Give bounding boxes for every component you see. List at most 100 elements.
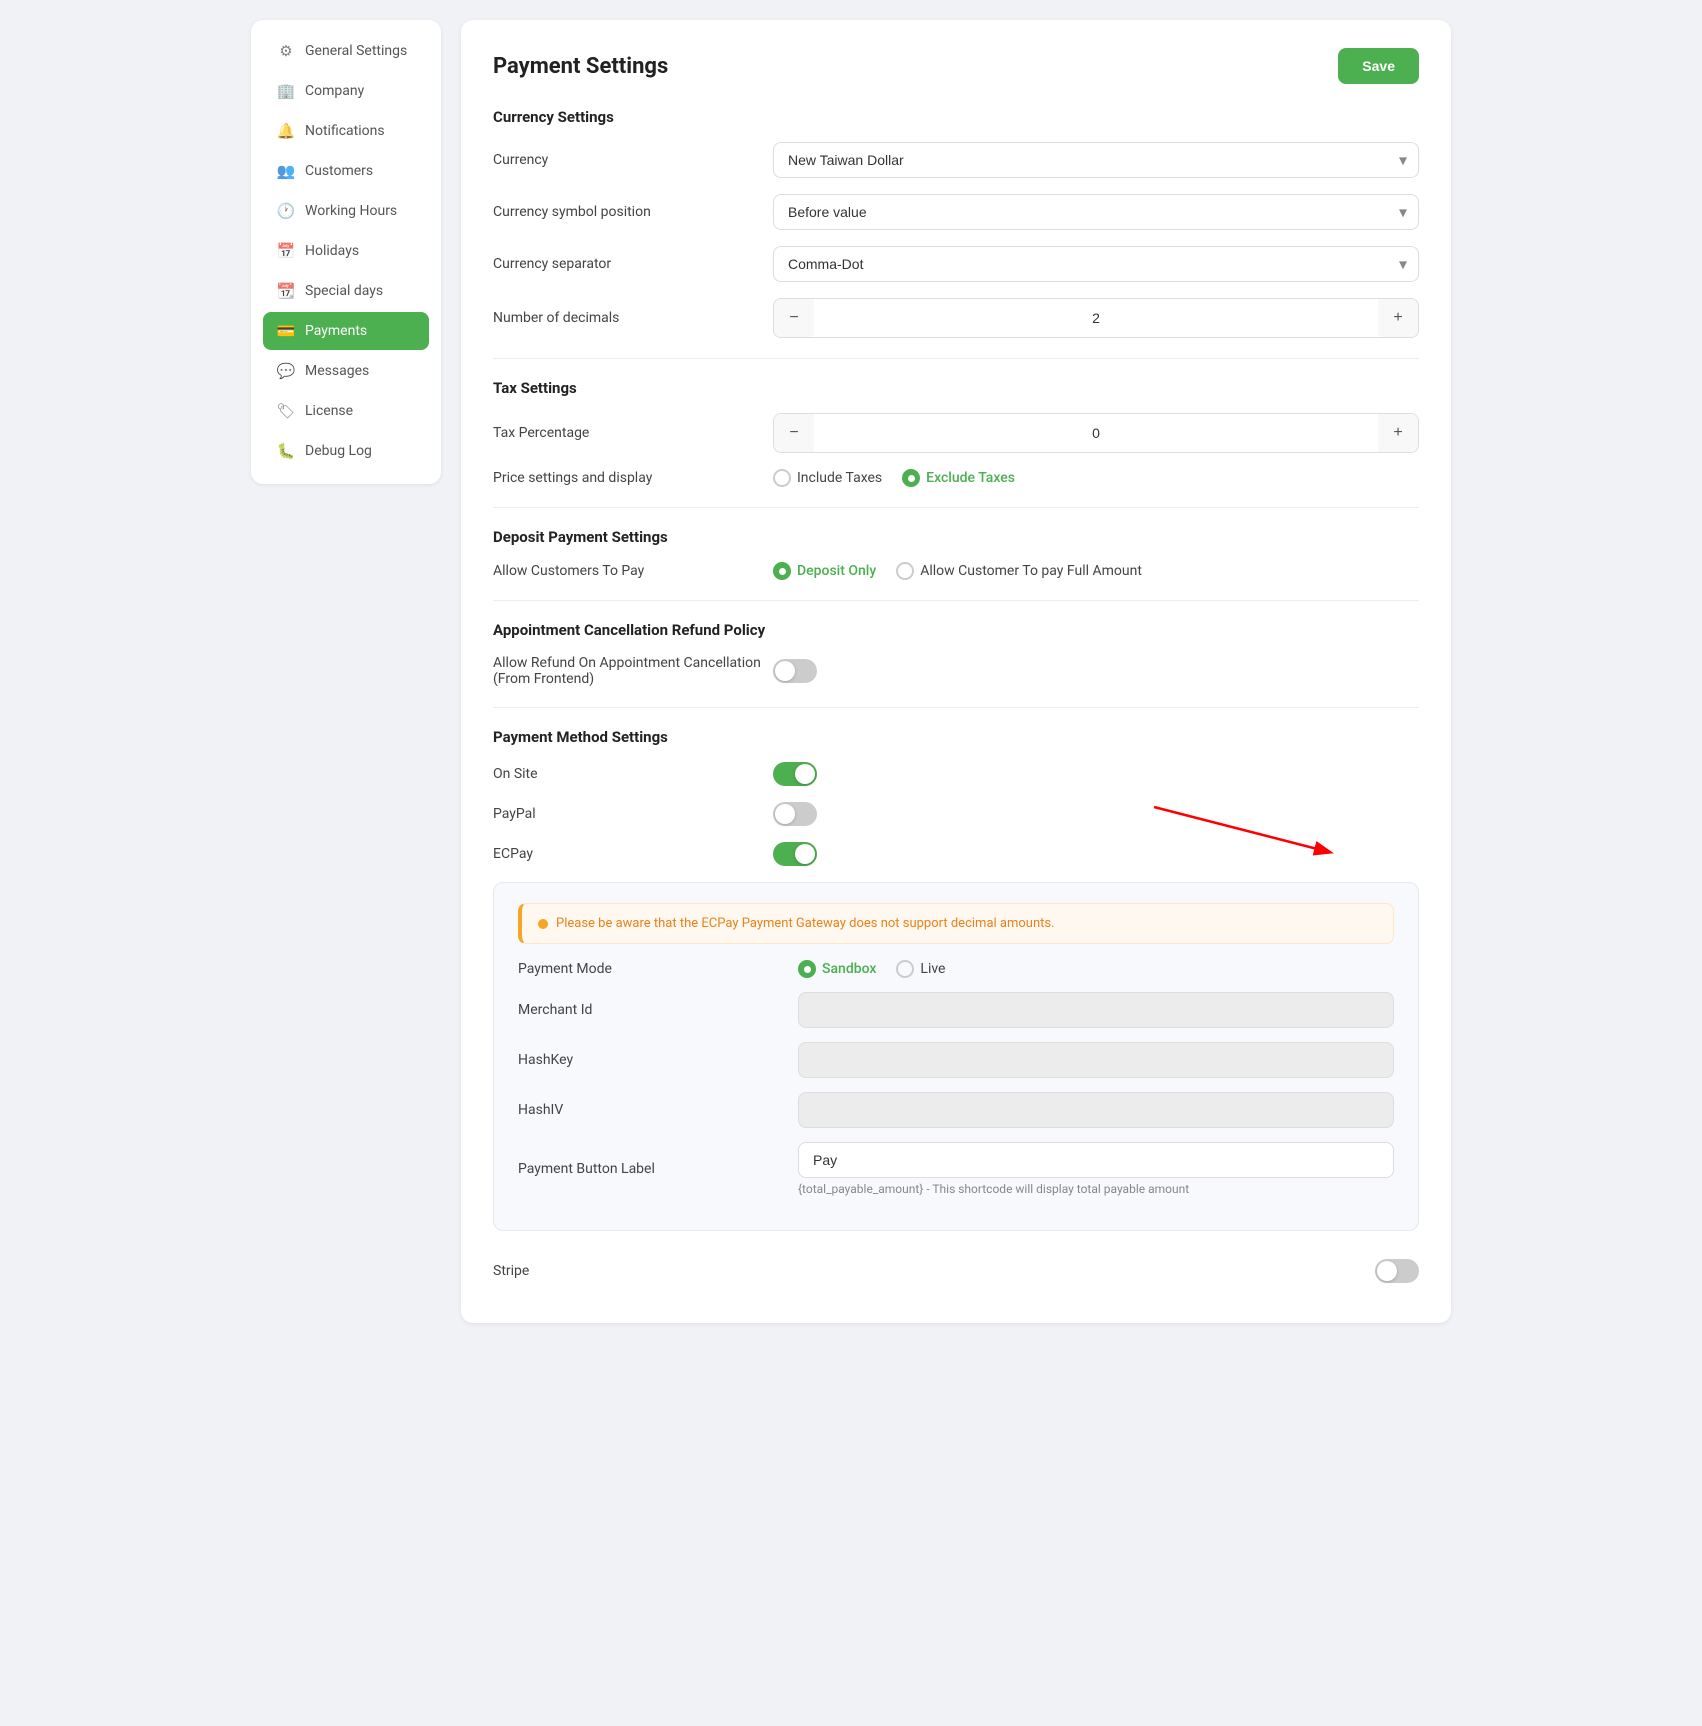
sidebar-item-holidays[interactable]: 📅 Holidays bbox=[263, 232, 429, 270]
decimals-decrease-button[interactable]: − bbox=[774, 299, 814, 337]
stripe-row: Stripe bbox=[493, 1247, 1419, 1295]
full-amount-radio[interactable]: Allow Customer To pay Full Amount bbox=[896, 562, 1142, 580]
sidebar-item-working-hours[interactable]: 🕐 Working Hours bbox=[263, 192, 429, 230]
tax-decrease-button[interactable]: − bbox=[774, 414, 814, 452]
currency-position-label: Currency symbol position bbox=[493, 204, 773, 220]
license-icon: 🏷 bbox=[277, 402, 295, 420]
full-amount-label: Allow Customer To pay Full Amount bbox=[920, 563, 1142, 579]
button-label-control: {total_payable_amount} - This shortcode … bbox=[798, 1142, 1394, 1196]
save-button[interactable]: Save bbox=[1338, 48, 1419, 84]
customers-icon: 👥 bbox=[277, 162, 295, 180]
paypal-toggle-container bbox=[773, 802, 1419, 826]
holidays-label: Holidays bbox=[305, 243, 359, 259]
special-days-label: Special days bbox=[305, 283, 383, 299]
exclude-taxes-radio-indicator bbox=[902, 469, 920, 487]
hashiv-label: HashIV bbox=[518, 1102, 798, 1118]
include-taxes-radio[interactable]: Include Taxes bbox=[773, 469, 882, 487]
refund-row: Allow Refund On Appointment Cancellation… bbox=[493, 655, 1419, 687]
button-label-row: Payment Button Label {total_payable_amou… bbox=[518, 1142, 1394, 1196]
sidebar-item-license[interactable]: 🏷 License bbox=[263, 392, 429, 430]
currency-position-select[interactable]: Before valueAfter value bbox=[773, 194, 1419, 230]
payments-icon: 💳 bbox=[277, 322, 295, 340]
paypal-toggle[interactable] bbox=[773, 802, 817, 826]
live-radio[interactable]: Live bbox=[896, 960, 945, 978]
currency-label: Currency bbox=[493, 152, 773, 168]
deposit-only-radio[interactable]: Deposit Only bbox=[773, 562, 876, 580]
tax-increase-button[interactable]: + bbox=[1378, 414, 1418, 452]
refund-toggle[interactable] bbox=[773, 659, 817, 683]
merchant-id-input[interactable] bbox=[798, 992, 1394, 1028]
currency-select[interactable]: New Taiwan DollarUS DollarEuroBritish Po… bbox=[773, 142, 1419, 178]
company-label: Company bbox=[305, 83, 364, 99]
allow-pay-label: Allow Customers To Pay bbox=[493, 563, 773, 579]
working-hours-icon: 🕐 bbox=[277, 202, 295, 220]
payment-mode-control: Sandbox Live bbox=[798, 960, 1394, 978]
on-site-toggle[interactable] bbox=[773, 762, 817, 786]
exclude-taxes-label: Exclude Taxes bbox=[926, 470, 1015, 486]
sidebar: ⚙ General Settings 🏢 Company 🔔 Notificat… bbox=[251, 20, 441, 484]
tax-percentage-label: Tax Percentage bbox=[493, 425, 773, 441]
license-label: License bbox=[305, 403, 353, 419]
sidebar-item-notifications[interactable]: 🔔 Notifications bbox=[263, 112, 429, 150]
company-icon: 🏢 bbox=[277, 82, 295, 100]
sandbox-radio[interactable]: Sandbox bbox=[798, 960, 876, 978]
ecpay-toggle[interactable] bbox=[773, 842, 817, 866]
include-taxes-label: Include Taxes bbox=[797, 470, 882, 486]
deposit-only-indicator bbox=[773, 562, 791, 580]
page-title: Payment Settings bbox=[493, 54, 668, 79]
currency-separator-control: Comma-DotDot-CommaSpace-Comma bbox=[773, 246, 1419, 282]
currency-section-title: Currency Settings bbox=[493, 108, 1419, 126]
hashkey-control bbox=[798, 1042, 1394, 1078]
currency-settings-section: Currency Settings Currency New Taiwan Do… bbox=[493, 108, 1419, 338]
price-display-row: Price settings and display Include Taxes… bbox=[493, 469, 1419, 487]
currency-select-wrapper: New Taiwan DollarUS DollarEuroBritish Po… bbox=[773, 142, 1419, 178]
sidebar-item-special-days[interactable]: 📆 Special days bbox=[263, 272, 429, 310]
hashkey-label: HashKey bbox=[518, 1052, 798, 1068]
sidebar-item-messages[interactable]: 💬 Messages bbox=[263, 352, 429, 390]
decimals-increase-button[interactable]: + bbox=[1378, 299, 1418, 337]
general-settings-icon: ⚙ bbox=[277, 42, 295, 60]
hashiv-input[interactable] bbox=[798, 1092, 1394, 1128]
sidebar-item-general-settings[interactable]: ⚙ General Settings bbox=[263, 32, 429, 70]
hashkey-row: HashKey bbox=[518, 1042, 1394, 1078]
working-hours-label: Working Hours bbox=[305, 203, 397, 219]
ecpay-notice: Please be aware that the ECPay Payment G… bbox=[518, 903, 1394, 944]
sidebar-item-payments[interactable]: 💳 Payments bbox=[263, 312, 429, 350]
holidays-icon: 📅 bbox=[277, 242, 295, 260]
payment-methods-section: Payment Method Settings On Site PayPal bbox=[493, 728, 1419, 1295]
ecpay-row-wrapper: ECPay bbox=[493, 842, 1419, 866]
on-site-toggle-container bbox=[773, 762, 1419, 786]
sandbox-indicator bbox=[798, 960, 816, 978]
stripe-toggle[interactable] bbox=[1375, 1259, 1419, 1283]
ecpay-row: ECPay bbox=[493, 842, 1419, 866]
on-site-label: On Site bbox=[493, 766, 773, 782]
price-display-label: Price settings and display bbox=[493, 470, 773, 486]
special-days-icon: 📆 bbox=[277, 282, 295, 300]
exclude-taxes-radio[interactable]: Exclude Taxes bbox=[902, 469, 1015, 487]
hashkey-input[interactable] bbox=[798, 1042, 1394, 1078]
tax-settings-section: Tax Settings Tax Percentage − + Price se… bbox=[493, 379, 1419, 487]
tax-percentage-control: − + bbox=[773, 413, 1419, 453]
cancellation-section: Appointment Cancellation Refund Policy A… bbox=[493, 621, 1419, 687]
currency-separator-label: Currency separator bbox=[493, 256, 773, 272]
currency-separator-select[interactable]: Comma-DotDot-CommaSpace-Comma bbox=[773, 246, 1419, 282]
decimals-row: Number of decimals − + bbox=[493, 298, 1419, 338]
decimals-input[interactable] bbox=[814, 310, 1378, 326]
sandbox-label: Sandbox bbox=[822, 961, 876, 977]
sidebar-item-company[interactable]: 🏢 Company bbox=[263, 72, 429, 110]
currency-separator-row: Currency separator Comma-DotDot-CommaSpa… bbox=[493, 246, 1419, 282]
button-label-input[interactable] bbox=[798, 1142, 1394, 1178]
debug-log-label: Debug Log bbox=[305, 443, 372, 459]
ecpay-toggle-container bbox=[773, 842, 1419, 866]
currency-position-select-wrapper: Before valueAfter value bbox=[773, 194, 1419, 230]
merchant-id-row: Merchant Id bbox=[518, 992, 1394, 1028]
stripe-label: Stripe bbox=[493, 1263, 529, 1279]
include-taxes-radio-indicator bbox=[773, 469, 791, 487]
sidebar-item-customers[interactable]: 👥 Customers bbox=[263, 152, 429, 190]
sidebar-item-debug-log[interactable]: 🐛 Debug Log bbox=[263, 432, 429, 470]
general-settings-label: General Settings bbox=[305, 43, 407, 59]
messages-label: Messages bbox=[305, 363, 369, 379]
tax-input[interactable] bbox=[814, 425, 1378, 441]
allow-pay-control: Deposit Only Allow Customer To pay Full … bbox=[773, 562, 1419, 580]
live-label: Live bbox=[920, 961, 945, 977]
